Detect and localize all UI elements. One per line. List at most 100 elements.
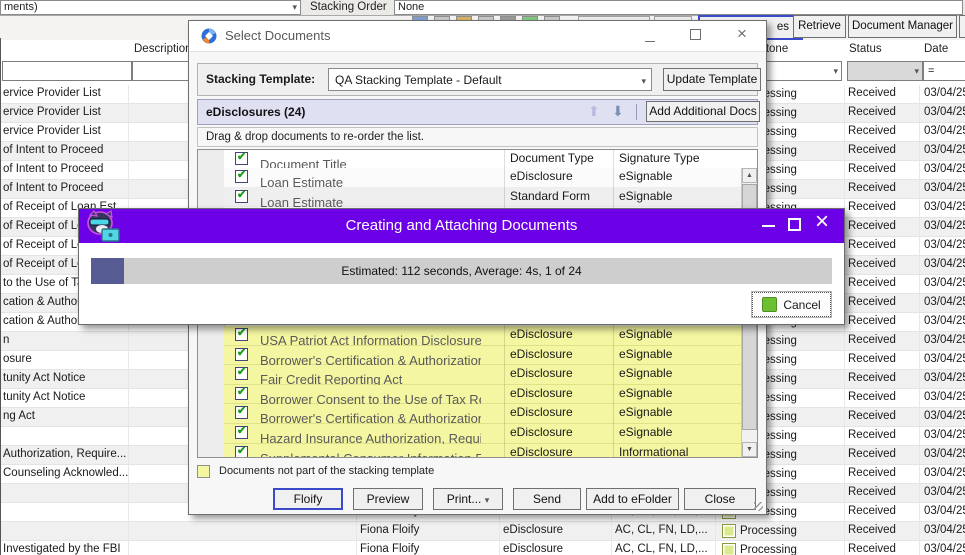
add-additional-docs-button[interactable]: Add Additional Docs <box>646 101 760 122</box>
status-filter-dropdown[interactable] <box>847 61 923 81</box>
additional-document-rows: USA Patriot Act Information Disclosure e… <box>224 326 741 457</box>
doc-name-cell: Counseling Acknowled... <box>0 465 129 483</box>
documents-dropdown[interactable]: ments) <box>0 0 301 15</box>
document-checkbox[interactable] <box>235 367 248 381</box>
reorder-down-icon[interactable]: ⬇ <box>612 103 624 120</box>
cancel-button-label: Cancel <box>783 297 821 312</box>
date-cell: 03/04/25 <box>924 106 965 118</box>
document-title: Supplemental Consumer Information Form <box>260 451 481 457</box>
table-row[interactable]: Investigated by the FBI Fiona Floify eDi… <box>0 541 965 555</box>
doc-type-cell: eDisclosure <box>500 522 612 540</box>
document-row[interactable]: Loan Estimate Standard Form eSignable <box>224 187 741 210</box>
document-checkbox[interactable] <box>235 170 248 183</box>
cancel-button[interactable]: Cancel <box>752 292 831 317</box>
date-column-header[interactable]: Date <box>924 43 948 55</box>
progress-dialog-title: Creating and Attaching Documents <box>345 217 578 234</box>
date-cell: 03/04/25 <box>924 543 965 555</box>
stacking-template-value: QA Stacking Template - Default <box>335 73 502 87</box>
document-row[interactable]: Borrower's Certification & Authorization… <box>224 404 741 426</box>
scroll-down-icon[interactable]: ▼ <box>742 442 757 457</box>
column-document-type[interactable]: Document Type <box>510 151 615 165</box>
document-row[interactable]: USA Patriot Act Information Disclosure e… <box>224 326 741 348</box>
edisclosures-section-header: eDisclosures (24) ⬆ ⬇ Add Additional Doc… <box>197 99 760 125</box>
dialog-titlebar[interactable]: Select Documents × <box>189 21 766 52</box>
print-button[interactable]: Print... <box>433 488 503 510</box>
close-icon[interactable]: × <box>737 24 747 44</box>
select-all-checkbox[interactable] <box>235 152 248 165</box>
document-manager-button[interactable]: Document Manager <box>848 15 957 38</box>
status-cell: Received <box>845 446 920 464</box>
print-button-label: Print... <box>446 492 482 506</box>
signature-type: eSignable <box>619 327 673 341</box>
document-row[interactable]: Borrower's Certification & Authorization… <box>224 345 741 368</box>
document-row[interactable]: Hazard Insurance Authorization, Requirem… <box>224 423 741 446</box>
partial-right-button[interactable] <box>959 15 965 38</box>
status-column-header[interactable]: Status <box>849 43 882 55</box>
document-checkbox[interactable] <box>235 328 248 341</box>
signer-cell: Fiona Floify <box>357 522 500 540</box>
table-row[interactable]: Fiona Floify eDisclosure AC, CL, FN, LD,… <box>0 522 965 541</box>
document-row[interactable]: Borrower Consent to the Use of Tax Retur… <box>224 384 741 407</box>
document-checkbox[interactable] <box>235 406 248 420</box>
document-checkbox[interactable] <box>235 425 248 439</box>
retrieve-button[interactable]: Retrieve <box>793 15 846 38</box>
status-cell: Received <box>845 85 920 103</box>
date-cell: 03/04/25 <box>924 163 965 175</box>
status-cell: Received <box>845 104 920 122</box>
chevron-down-icon <box>833 62 838 80</box>
document-checkbox[interactable] <box>235 445 248 457</box>
borrower-pair-cell: AC, CL, FN, LD,... <box>612 541 716 555</box>
progress-status-text: Estimated: 112 seconds, Average: 4s, 1 o… <box>341 264 582 278</box>
encompass-logo-icon <box>201 28 217 44</box>
status-cell: Received <box>845 161 920 179</box>
name-filter-input[interactable] <box>2 61 132 81</box>
date-cell: 03/04/25 <box>924 220 965 232</box>
doc-name-cell <box>0 503 129 521</box>
close-button[interactable]: Close <box>684 488 756 510</box>
date-cell: 03/04/25 <box>924 296 965 308</box>
date-cell: 03/04/25 <box>924 410 965 422</box>
date-cell: 03/04/25 <box>924 239 965 251</box>
scroll-up-icon[interactable]: ▲ <box>742 168 757 183</box>
column-signature-type[interactable]: Signature Type <box>619 151 737 165</box>
floify-button[interactable]: Floify <box>273 488 343 510</box>
progress-dialog-titlebar[interactable]: Creating and Attaching Documents × <box>79 208 844 243</box>
drag-drop-hint: Drag & drop documents to re-order the li… <box>206 131 424 143</box>
doc-name-cell: ervice Provider List <box>0 123 129 141</box>
status-cell: Received <box>845 522 920 540</box>
document-checkbox[interactable] <box>235 347 248 361</box>
maximize-icon[interactable] <box>690 29 701 43</box>
reorder-up-icon[interactable]: ⬆ <box>588 103 600 120</box>
doc-name-cell: of Intent to Proceed <box>0 142 129 160</box>
milestone-text: Processing <box>740 543 797 555</box>
signature-type: eSignable <box>619 366 673 381</box>
minimize-icon[interactable] <box>762 225 775 227</box>
close-icon[interactable]: × <box>815 208 829 236</box>
document-row[interactable]: Loan Estimate eDisclosure eSignable <box>224 168 741 190</box>
update-template-button[interactable]: Update Template <box>663 68 761 91</box>
date-cell: 03/04/25 <box>924 258 965 270</box>
document-row[interactable]: Fair Credit Reporting Act eDisclosure eS… <box>224 365 741 387</box>
status-cell: Received <box>845 313 920 331</box>
stacking-template-dropdown[interactable]: QA Stacking Template - Default <box>328 68 652 91</box>
document-checkbox[interactable] <box>235 386 248 400</box>
date-cell: 03/04/25 <box>924 182 965 194</box>
status-cell: Received <box>845 237 920 255</box>
stacking-order-dropdown[interactable]: None <box>394 0 963 15</box>
maximize-icon[interactable] <box>788 218 801 231</box>
preview-button[interactable]: Preview <box>353 488 423 510</box>
minimize-icon[interactable] <box>645 34 655 48</box>
resize-grip[interactable] <box>754 502 763 511</box>
milestone-status-icon <box>722 524 736 538</box>
doc-name-cell: of Intent to Proceed <box>0 180 129 198</box>
doc-name-cell <box>0 484 129 502</box>
document-row[interactable]: Supplemental Consumer Information Form e… <box>224 443 741 457</box>
date-filter-input[interactable]: = <box>923 61 965 81</box>
date-cell: 03/04/25 <box>924 334 965 346</box>
description-column-header[interactable]: Description <box>134 43 192 55</box>
milestone-status-icon <box>722 543 736 555</box>
send-button[interactable]: Send <box>513 488 581 510</box>
chevron-down-icon <box>292 1 297 14</box>
add-to-efolder-button[interactable]: Add to eFolder <box>586 488 679 510</box>
document-checkbox[interactable] <box>235 189 248 203</box>
